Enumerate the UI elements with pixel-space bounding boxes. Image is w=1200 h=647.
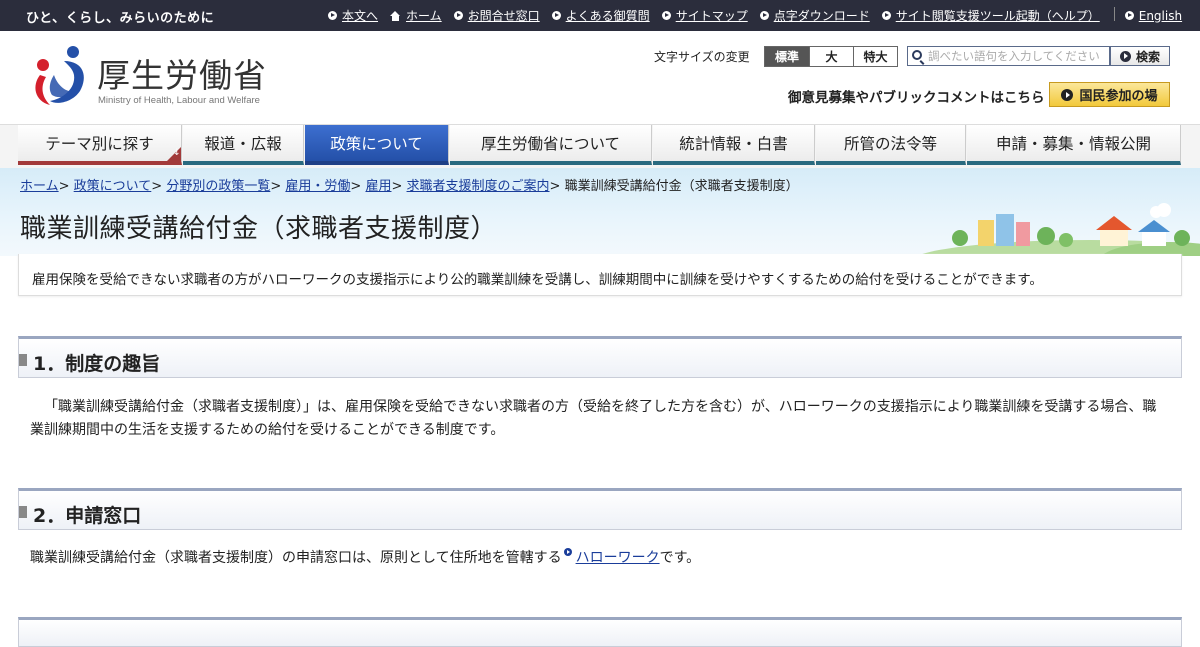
- fontsize-label: 文字サイズの変更: [654, 50, 750, 64]
- breadcrumb-link[interactable]: 求職者支援制度のご案内: [407, 179, 550, 194]
- breadcrumb-link[interactable]: 分野別の政策一覧: [166, 179, 270, 194]
- nav-policy[interactable]: 政策について: [305, 125, 449, 165]
- arrow-circle-icon: [551, 11, 561, 20]
- section-heading: 2．申請窓口: [18, 488, 1182, 530]
- arrow-circle-icon: [328, 11, 337, 20]
- english-link[interactable]: English: [1124, 7, 1182, 24]
- logo-subtitle: Ministry of Health, Labour and Welfare: [98, 95, 260, 106]
- page-title: 職業訓練受講給付金（求職者支援制度）: [20, 214, 498, 244]
- hellowork-link[interactable]: ハローワーク: [576, 550, 660, 566]
- public-participation-button[interactable]: 国民参加の場: [1049, 82, 1170, 107]
- contact-link[interactable]: お問合せ窓口: [453, 7, 540, 24]
- heading-marker: [19, 506, 27, 518]
- home-icon: [390, 10, 401, 21]
- arrow-circle-icon: [1061, 88, 1074, 101]
- nav-laws[interactable]: 所管の法令等: [816, 125, 966, 165]
- search-input[interactable]: [928, 48, 1110, 64]
- section-title: 2．申請窓口: [33, 505, 142, 527]
- section-body: 「職業訓練受講給付金（求職者支援制度）」は、雇用保険を受給できない求職者の方（受…: [30, 399, 1157, 438]
- breadcrumb-link[interactable]: 政策について: [74, 179, 152, 194]
- section-title: 1．制度の趣旨: [33, 353, 161, 375]
- nav-statistics[interactable]: 統計情報・白書: [653, 125, 815, 165]
- town-illustration-icon: [920, 203, 1200, 256]
- section-body: 職業訓練受講給付金（求職者支援制度）の申請窓口は、原則として住所地を管轄する ハロ…: [30, 548, 701, 566]
- breadcrumb: ホーム> 政策について> 分野別の政策一覧> 雇用・労働> 雇用> 求職者支援制…: [20, 179, 799, 194]
- heading-marker: [19, 354, 27, 366]
- fontsize-standard-button[interactable]: 標準: [765, 47, 809, 66]
- utility-links: 本文へ ホーム お問合せ窓口 よくある御質問 サイトマップ 点字ダウンロード サ…: [328, 7, 1194, 24]
- arrow-circle-icon: [1124, 11, 1134, 20]
- accessibility-tool-link[interactable]: サイト閲覧支援ツール起動（ヘルプ）: [881, 7, 1100, 24]
- breadcrumb-current: 職業訓練受講給付金（求職者支援制度）: [564, 179, 799, 194]
- braille-download-link[interactable]: 点字ダウンロード: [759, 7, 870, 24]
- lead-box: 雇用保険を受給できない求職者の方がハローワークの支援指示により公的職業訓練を受講…: [18, 254, 1182, 296]
- arrow-circle-icon: [881, 11, 891, 20]
- breadcrumb-link[interactable]: 雇用・労働: [285, 179, 350, 194]
- breadcrumb-link[interactable]: ホーム: [20, 179, 59, 194]
- external-link-icon: [563, 548, 572, 556]
- public-comment-text: 御意見募集やパブリックコメントはこちら: [788, 90, 1045, 106]
- skip-to-content-link[interactable]: 本文へ: [328, 7, 378, 24]
- search-icon: [912, 50, 922, 60]
- logo-name[interactable]: 厚生労働省: [97, 49, 267, 97]
- fontsize-xlarge-button[interactable]: 特大: [853, 47, 897, 66]
- page-hero: ホーム> 政策について> 分野別の政策一覧> 雇用・労働> 雇用> 求職者支援制…: [0, 168, 1200, 256]
- home-link[interactable]: ホーム: [390, 7, 442, 24]
- divider: [1113, 7, 1115, 21]
- arrow-down-icon: [167, 147, 181, 161]
- arrow-circle-icon: [661, 11, 671, 20]
- nav-about-ministry[interactable]: 厚生労働省について: [450, 125, 652, 165]
- section-heading: [18, 617, 1182, 647]
- nav-applications[interactable]: 申請・募集・情報公開: [967, 125, 1181, 165]
- arrow-circle-icon: [453, 11, 463, 20]
- section-heading: 1．制度の趣旨: [18, 336, 1182, 378]
- ministry-logo-icon[interactable]: [28, 43, 90, 109]
- nav-press-pr[interactable]: 報道・広報: [183, 125, 304, 165]
- fontsize-large-button[interactable]: 大: [809, 47, 853, 66]
- arrow-circle-icon: [1119, 50, 1131, 62]
- nav-browse-by-theme[interactable]: テーマ別に探す: [18, 125, 182, 165]
- breadcrumb-link[interactable]: 雇用: [365, 179, 391, 194]
- faq-link[interactable]: よくある御質問: [551, 7, 650, 24]
- arrow-circle-icon: [759, 11, 769, 20]
- search-box: [907, 46, 1110, 66]
- site-header: 厚生労働省 Ministry of Health, Labour and Wel…: [0, 31, 1200, 124]
- lead-text: 雇用保険を受給できない求職者の方がハローワークの支援指示により公的職業訓練を受講…: [32, 272, 1043, 288]
- global-nav: テーマ別に探す 報道・広報 政策について 厚生労働省について 統計情報・白書 所…: [0, 124, 1200, 168]
- search-button[interactable]: 検索: [1110, 46, 1170, 66]
- fontsize-switcher: 標準 大 特大: [764, 46, 898, 67]
- sitemap-link[interactable]: サイトマップ: [661, 7, 748, 24]
- top-utility-bar: ひと、くらし、みらいのために 本文へ ホーム お問合せ窓口 よくある御質問 サイ…: [0, 0, 1200, 31]
- site-tagline: ひと、くらし、みらいのために: [26, 11, 215, 26]
